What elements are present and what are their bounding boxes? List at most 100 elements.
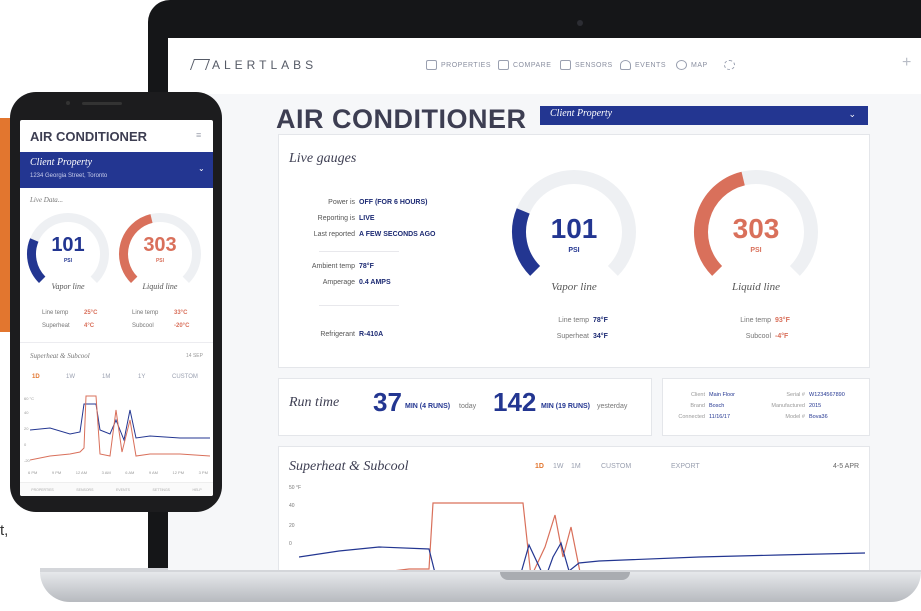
phone-property-name: Client Property xyxy=(30,157,93,168)
phone-speaker xyxy=(82,102,122,105)
status-value: A FEW SECONDS AGO xyxy=(359,231,436,238)
phone-vapor-unit: PSI xyxy=(63,258,73,264)
phone-liquid-label: Liquid line xyxy=(142,282,178,291)
property-name: Client Property xyxy=(550,108,613,119)
add-button[interactable]: + xyxy=(902,54,911,72)
tab-1d[interactable]: 1D xyxy=(535,463,544,470)
liquid-unit: PSI xyxy=(750,247,762,254)
nav-compare[interactable]: COMPARE xyxy=(498,60,551,70)
phone-live-data-heading: Live Data... xyxy=(30,196,64,204)
nav-label: SENSORS xyxy=(575,61,613,69)
phone-nav-settings[interactable]: SETTINGS xyxy=(153,488,171,492)
card-title: Live gauges xyxy=(289,151,357,166)
chevron-down-icon: ⌄ xyxy=(198,164,205,173)
status-label: Reporting is xyxy=(317,215,355,222)
nav-label: COMPARE xyxy=(513,61,552,69)
phone-nav-sensors[interactable]: SENSORS xyxy=(76,488,93,492)
phone-detail-label: Superheat xyxy=(42,323,70,329)
phone-x-axis: 6 PM 9 PM 12 AM 3 AM 6 AM 9 AM 12 PM 3 PM xyxy=(28,470,208,475)
bell-icon xyxy=(620,60,631,70)
cropped-text-fragment: t, xyxy=(0,522,9,539)
nav-properties[interactable]: PROPERTIES xyxy=(426,60,491,70)
y-axis-label: 0 xyxy=(289,541,292,547)
nav-map[interactable]: MAP xyxy=(676,60,708,70)
runtime-today-value: 37 xyxy=(373,387,402,417)
superheat-chart-plot xyxy=(299,502,865,570)
info-values-right: W1234567890 2015 Bova36 xyxy=(809,392,845,420)
map-pin-icon xyxy=(676,60,687,70)
info-values-left: Main Floor Bosch 11/16/17 xyxy=(709,392,735,420)
hamburger-menu-icon[interactable]: ≡ xyxy=(196,130,201,140)
vapor-unit: PSI xyxy=(568,247,580,254)
compare-icon xyxy=(498,60,509,70)
phone-bottom-nav: PROPERTIES SENSORS EVENTS SETTINGS HELP xyxy=(20,482,213,496)
phone-page-title: AIR CONDITIONER xyxy=(30,129,147,144)
phone-y-label: -20 xyxy=(24,458,30,463)
top-navbar: ALERTLABS PROPERTIES COMPARE SENSORS EVE… xyxy=(168,38,921,94)
nav-label: EVENTS xyxy=(635,61,667,69)
brand-logo[interactable]: ALERTLABS xyxy=(189,58,317,72)
phone-nav-help[interactable]: HELP xyxy=(193,488,202,492)
superheat-subcool-card: Superheat & Subcool 1D 1W 1M CUSTOM EXPO… xyxy=(278,446,870,570)
vapor-detail-value: 34°F xyxy=(593,333,608,340)
liquid-detail-label: Line temp xyxy=(740,317,771,324)
reading-label: Amperage xyxy=(322,279,355,286)
live-gauges-card: Live gauges Power is OFF (FOR 6 HOURS) R… xyxy=(278,134,870,368)
phone-detail-value: 4°C xyxy=(84,323,95,329)
vapor-value: 101 xyxy=(550,213,598,244)
divider xyxy=(319,305,399,306)
chevron-down-icon: ⌄ xyxy=(848,109,856,119)
info-labels-right: Serial # Manufactured Model # xyxy=(771,392,805,420)
chart-date: 4-5 APR xyxy=(833,463,860,470)
phone-chart-title: Superheat & Subcool xyxy=(30,352,90,360)
tab-1w[interactable]: 1W xyxy=(553,463,564,470)
liquid-label: Liquid line xyxy=(732,281,780,293)
reading-label: Ambient temp xyxy=(311,263,355,270)
phone-tab-1w[interactable]: 1W xyxy=(66,374,75,380)
runtime-today-suffix: today xyxy=(459,403,477,410)
phone-vapor-value: 101 xyxy=(51,234,85,256)
liquid-detail-value: 93°F xyxy=(775,317,790,324)
card-title: Superheat & Subcool xyxy=(289,459,409,474)
status-label: Last reported xyxy=(313,231,355,238)
tab-custom[interactable]: CUSTOM xyxy=(601,463,631,470)
phone-property-selector[interactable]: Client Property 1234 Georgia Street, Tor… xyxy=(20,152,213,188)
laptop-base xyxy=(40,572,921,602)
phone-nav-events[interactable]: EVENTS xyxy=(116,488,130,492)
phone-y-label: 0 xyxy=(24,442,27,447)
reading-value: 0.4 AMPS xyxy=(359,279,391,286)
phone-y-label: 20 xyxy=(24,426,29,431)
laptop-notch xyxy=(500,572,630,580)
nav-events[interactable]: EVENTS xyxy=(620,60,666,70)
property-selector[interactable]: Client Property ⌄ xyxy=(540,106,868,125)
reading-value: 78°F xyxy=(359,263,374,270)
gear-icon xyxy=(724,60,735,70)
phone-detail-value: -20°C xyxy=(174,323,190,329)
device-info-card: Client Brand Connected Main Floor Bosch 11/1… xyxy=(662,378,870,436)
phone-property-address: 1234 Georgia Street, Toronto xyxy=(30,173,108,179)
tab-1m[interactable]: 1M xyxy=(571,463,581,470)
runtime-yesterday-suffix: yesterday xyxy=(597,403,628,410)
phone-nav-properties[interactable]: PROPERTIES xyxy=(31,488,54,492)
y-axis-label: 20 xyxy=(289,523,295,529)
nav-label: PROPERTIES xyxy=(441,61,491,69)
phone-detail-label: Subcool xyxy=(132,323,154,329)
subcool-series-line xyxy=(395,502,581,570)
sensor-icon xyxy=(560,60,571,70)
phone-tab-1y[interactable]: 1Y xyxy=(138,374,145,380)
phone-tab-custom[interactable]: CUSTOM xyxy=(172,374,198,380)
info-labels-left: Client Brand Connected xyxy=(678,392,705,420)
phone-liquid-unit: PSI xyxy=(155,258,165,264)
export-button[interactable]: EXPORT xyxy=(671,463,700,470)
nav-settings[interactable] xyxy=(724,60,735,70)
phone-detail-label: Line temp xyxy=(42,310,69,316)
phone-detail-label: Line temp xyxy=(132,310,159,316)
nav-sensors[interactable]: SENSORS xyxy=(560,60,613,70)
phone-tab-1d[interactable]: 1D xyxy=(32,374,40,380)
phone-tab-1m[interactable]: 1M xyxy=(102,374,110,380)
home-icon xyxy=(426,60,437,70)
status-value: LIVE xyxy=(359,215,375,222)
phone-screen: AIR CONDITIONER ≡ Client Property 1234 G… xyxy=(20,120,213,496)
status-value: OFF (FOR 6 HOURS) xyxy=(359,199,428,206)
vapor-detail-label: Superheat xyxy=(556,333,589,340)
